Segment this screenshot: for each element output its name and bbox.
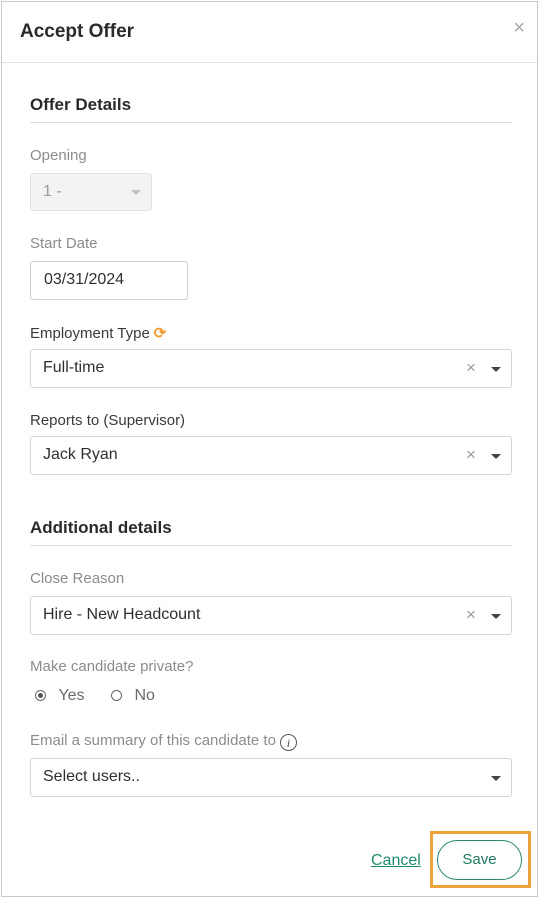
dialog-title: Accept Offer <box>20 21 135 42</box>
private-label: Make candidate private? <box>30 658 194 675</box>
email-users-placeholder: Select users.. <box>43 768 140 785</box>
close-reason-label: Close Reason <box>30 570 125 587</box>
start-date-input[interactable]: 03/31/2024 <box>30 261 188 300</box>
radio-yes-label: Yes <box>58 687 85 704</box>
radio-no-label: No <box>134 687 155 704</box>
employment-type-select[interactable]: Full-time × <box>30 349 512 388</box>
email-summary-label-text: Email a summary of this candidate to <box>30 732 276 749</box>
radio-no[interactable] <box>111 690 123 701</box>
email-summary-label: Email a summary of this candidate to i <box>30 732 297 751</box>
section-divider <box>30 122 512 123</box>
email-users-select[interactable]: Select users.. <box>30 758 512 797</box>
dialog-header: Accept Offer × <box>2 2 537 63</box>
start-date-value: 03/31/2024 <box>44 271 125 288</box>
start-date-label: Start Date <box>30 235 98 252</box>
refresh-icon[interactable]: ⟳ <box>154 324 167 342</box>
chevron-down-icon[interactable] <box>491 776 501 781</box>
employment-type-label: Employment Type ⟳ <box>30 324 166 342</box>
chevron-down-icon[interactable] <box>491 367 501 372</box>
close-reason-select[interactable]: Hire - New Headcount × <box>30 596 512 635</box>
clear-icon[interactable]: × <box>466 606 476 623</box>
close-icon[interactable]: × <box>513 18 525 38</box>
chevron-down-icon[interactable] <box>491 614 501 619</box>
save-button[interactable]: Save <box>437 840 522 880</box>
opening-select: 1 - <box>30 173 152 211</box>
reports-to-label: Reports to (Supervisor) <box>30 412 186 429</box>
close-reason-value: Hire - New Headcount <box>43 606 201 623</box>
section-divider <box>30 545 512 546</box>
radio-yes[interactable] <box>35 690 46 701</box>
chevron-down-icon <box>131 190 141 195</box>
offer-details-heading: Offer Details <box>30 95 132 114</box>
additional-details-heading: Additional details <box>30 518 172 537</box>
chevron-down-icon[interactable] <box>491 454 501 459</box>
employment-type-label-text: Employment Type <box>30 325 150 342</box>
accept-offer-dialog: Accept Offer × Offer Details Opening 1 -… <box>1 1 538 897</box>
info-icon[interactable]: i <box>279 734 297 751</box>
employment-type-value: Full-time <box>43 359 105 376</box>
reports-to-value: Jack Ryan <box>43 446 118 463</box>
opening-label: Opening <box>30 147 87 164</box>
reports-to-select[interactable]: Jack Ryan × <box>30 436 512 475</box>
clear-icon[interactable]: × <box>466 446 476 463</box>
private-radio-group: Yes No <box>35 687 155 705</box>
cancel-link[interactable]: Cancel <box>371 852 421 870</box>
opening-value: 1 - <box>43 183 62 200</box>
clear-icon[interactable]: × <box>466 359 476 376</box>
